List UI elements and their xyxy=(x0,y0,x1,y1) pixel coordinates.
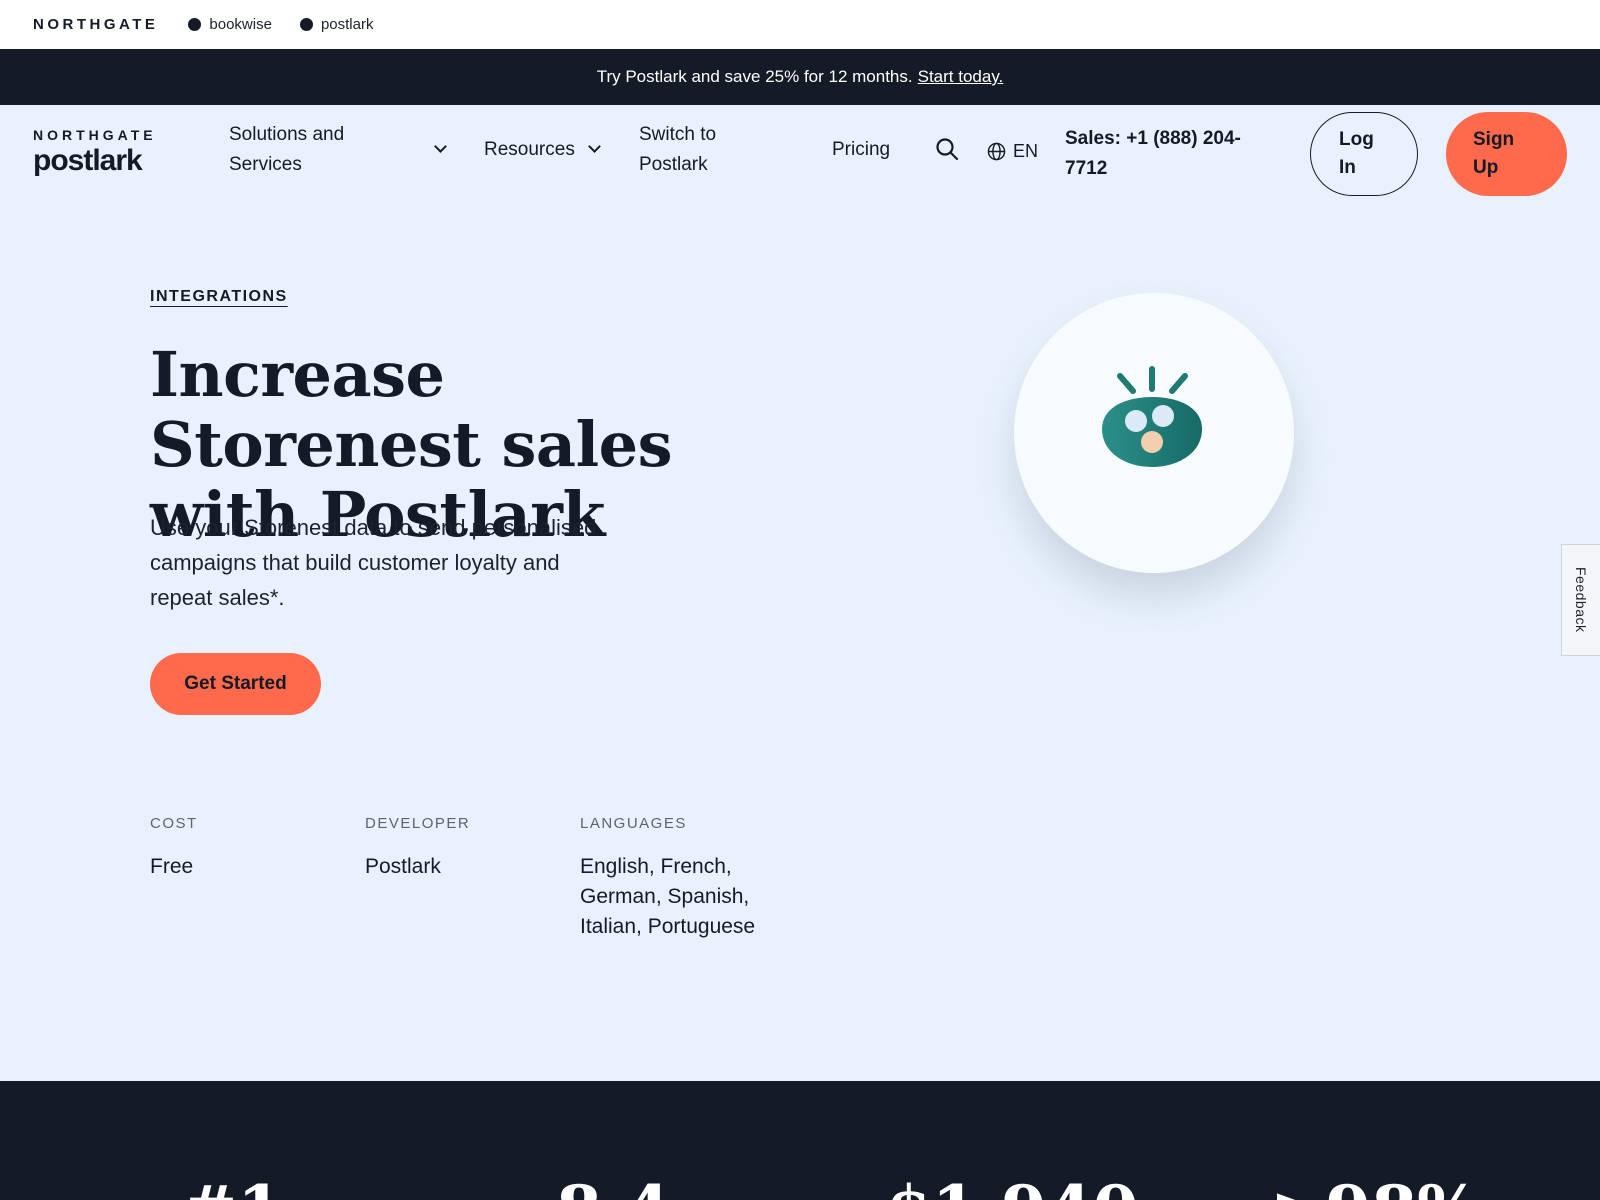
nav-solutions-label: Solutions and Services xyxy=(229,124,345,175)
stat-value: $1,940 xyxy=(886,1175,1139,1200)
get-started-button[interactable]: Get Started xyxy=(150,653,321,715)
meta-label: LANGUAGES xyxy=(580,815,687,832)
stat-value: >98% xyxy=(1270,1175,1480,1200)
meta-cost: COST Free xyxy=(150,815,330,882)
storenest-logo-badge xyxy=(1014,293,1294,573)
meta-developer: DEVELOPER Postlark xyxy=(365,815,545,882)
logo-parent-brand: NORTHGATE xyxy=(33,127,157,143)
login-button[interactable]: Log In xyxy=(1310,112,1418,196)
nav-solutions-dropdown[interactable]: Solutions and Services xyxy=(229,120,449,180)
brand-strip: NORTHGATE bookwise postlark xyxy=(0,0,1600,49)
sales-phone-link[interactable]: Sales: +1 (888) 204-7712 xyxy=(1065,124,1265,184)
product-link-bookwise[interactable]: bookwise xyxy=(188,16,272,33)
nav-switch-label: Switch to Postlark xyxy=(639,124,717,175)
login-label: Log In xyxy=(1339,129,1374,178)
language-selector[interactable]: EN xyxy=(987,141,1038,162)
chevron-down-icon xyxy=(434,140,447,153)
globe-icon xyxy=(987,142,1006,161)
feedback-label: Feedback xyxy=(1573,567,1589,633)
nav-pricing-link[interactable]: Pricing xyxy=(832,135,890,165)
meta-value: Free xyxy=(150,855,194,878)
meta-label: DEVELOPER xyxy=(365,815,471,832)
hero-description: Use your Storenest data to send personal… xyxy=(150,515,597,610)
parent-brand-link[interactable]: NORTHGATE xyxy=(33,16,158,33)
stats-band: #1 8.4 $1,940 >98% xyxy=(0,1081,1600,1200)
integrations-breadcrumb-link[interactable]: INTEGRATIONS xyxy=(150,288,288,306)
meta-languages: LANGUAGES English, French, German, Spani… xyxy=(580,815,770,942)
stat-value: 8.4 xyxy=(556,1175,671,1200)
language-label: EN xyxy=(1013,141,1039,161)
storenest-logo-icon xyxy=(1102,366,1202,467)
nav-resources-dropdown[interactable]: Resources xyxy=(484,135,604,165)
signup-button[interactable]: Sign Up xyxy=(1446,112,1567,196)
product-label: postlark xyxy=(320,16,374,33)
logo-wordmark: postlark xyxy=(33,144,143,177)
product-dot-icon xyxy=(188,18,202,31)
nav-pricing-label: Pricing xyxy=(832,139,891,160)
feedback-tab[interactable]: Feedback xyxy=(1561,544,1600,656)
nav-resources-label: Resources xyxy=(484,139,575,160)
meta-label: COST xyxy=(150,815,198,832)
promo-link[interactable]: Start today. xyxy=(918,67,1004,87)
nav-switch-link[interactable]: Switch to Postlark xyxy=(639,120,749,180)
product-dot-icon xyxy=(299,18,313,31)
promo-banner: Try Postlark and save 25% for 12 months.… xyxy=(0,49,1600,105)
chevron-down-icon xyxy=(588,140,601,153)
postlark-logo[interactable]: NORTHGATE postlark xyxy=(33,127,157,177)
stat-value: #1 xyxy=(182,1175,283,1200)
signup-label: Sign Up xyxy=(1473,129,1515,178)
search-icon[interactable] xyxy=(935,137,959,161)
main-nav: NORTHGATE postlark Solutions and Service… xyxy=(0,105,1600,203)
promo-text: Try Postlark and save 25% for 12 months. xyxy=(596,67,913,86)
meta-value: English, French, German, Spanish, Italia… xyxy=(580,855,756,938)
product-link-postlark[interactable]: postlark xyxy=(299,16,374,33)
product-label: bookwise xyxy=(209,16,272,33)
meta-value: Postlark xyxy=(365,855,441,878)
